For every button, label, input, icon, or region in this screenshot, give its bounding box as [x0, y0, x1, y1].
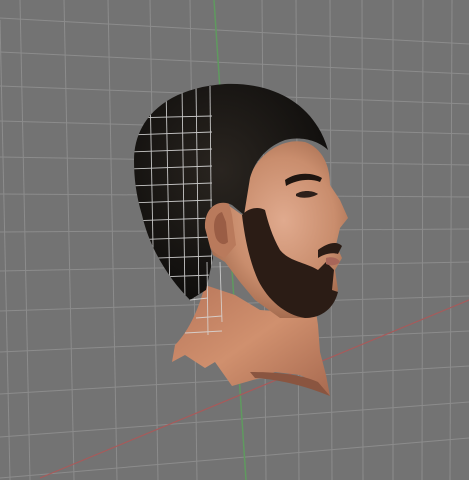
viewport-canvas	[0, 0, 469, 480]
3d-viewport[interactable]	[0, 0, 469, 480]
head-model[interactable]	[130, 83, 348, 396]
